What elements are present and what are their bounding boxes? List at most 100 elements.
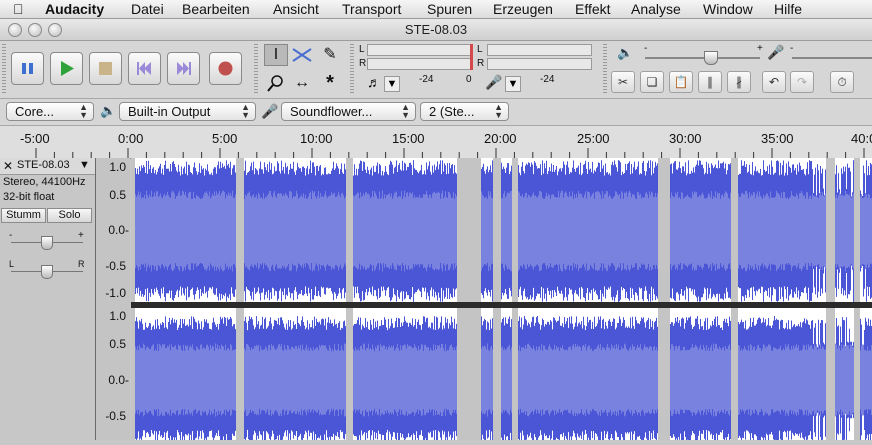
menu-bearbeiten[interactable]: Bearbeiten bbox=[182, 0, 250, 18]
multi-tool-button[interactable]: * bbox=[318, 72, 342, 94]
ruler-label: -5:00 bbox=[20, 131, 50, 146]
silence-gap bbox=[854, 308, 860, 440]
timeshift-tool-button[interactable]: ↔ bbox=[290, 72, 314, 94]
trim-audio-icon: ∥ bbox=[707, 75, 713, 89]
menu-ansicht[interactable]: Ansicht bbox=[273, 0, 319, 18]
record-meter-left[interactable] bbox=[367, 44, 472, 56]
redo-button[interactable]: ↷ bbox=[790, 71, 814, 93]
copy-button[interactable]: ❏ bbox=[640, 71, 664, 93]
track-control-panel: ✕ STE-08.03 ▼ Stereo, 44100Hz 32-bit flo… bbox=[0, 158, 96, 440]
stop-button[interactable] bbox=[89, 52, 122, 85]
menu-window[interactable]: Window bbox=[703, 0, 753, 18]
play-meter-left[interactable] bbox=[487, 44, 592, 56]
menu-erzeugen[interactable]: Erzeugen bbox=[493, 0, 553, 18]
skip-to-end-button[interactable] bbox=[167, 52, 200, 85]
input-volume-slider[interactable] bbox=[792, 57, 872, 59]
silence-button[interactable]: ∦ bbox=[727, 71, 751, 93]
amplitude-label: -1.0 bbox=[105, 286, 126, 300]
track-name[interactable]: STE-08.03 bbox=[17, 159, 70, 171]
toolbar-area: I ✎ ↔ * L R L R ♬ ▼ -24 0 🎤 ▼ -24 🔈 - + … bbox=[0, 41, 872, 99]
menu-datei[interactable]: Datei bbox=[131, 0, 164, 18]
stop-icon bbox=[99, 62, 112, 75]
speaker-icon: ♬ bbox=[367, 74, 381, 90]
ruler-label: 40:0 bbox=[851, 131, 872, 146]
silence-gap bbox=[731, 158, 738, 302]
play-meter-r-label: R bbox=[477, 58, 485, 69]
gain-slider-thumb[interactable] bbox=[41, 236, 53, 250]
input-channels-select[interactable]: 2 (Ste... ▲ ▼ bbox=[420, 102, 509, 121]
paste-button[interactable]: 📋 bbox=[669, 71, 693, 93]
pan-slider-thumb[interactable] bbox=[41, 265, 53, 279]
amplitude-label: 0.0- bbox=[108, 373, 129, 387]
selection-tool-button[interactable]: I bbox=[264, 44, 288, 66]
solo-button[interactable]: Solo bbox=[47, 208, 92, 223]
redo-icon: ↷ bbox=[796, 75, 808, 89]
skip-to-start-button[interactable] bbox=[128, 52, 161, 85]
tools-toolbar-grip[interactable] bbox=[254, 44, 258, 95]
silence-audio-icon: ∦ bbox=[736, 75, 742, 89]
apple-menu-icon[interactable]:  bbox=[13, 0, 24, 18]
track-bitdepth-info: 32-bit float bbox=[3, 191, 55, 203]
amplitude-ruler: 1.0 0.5 0.0- -0.5 -1.0 1.0 0.5 0.0- -0.5 bbox=[96, 158, 130, 440]
zoom-tool-button[interactable] bbox=[264, 72, 288, 94]
draw-tool-button[interactable]: ✎ bbox=[318, 44, 342, 66]
mixer-toolbar-grip[interactable] bbox=[603, 44, 607, 95]
input-channels-value: 2 (Ste... bbox=[429, 104, 475, 119]
pan-right-label: R bbox=[78, 259, 85, 269]
input-device-select[interactable]: Soundflower... ▲ ▼ bbox=[281, 102, 416, 121]
undo-button[interactable]: ↶ bbox=[762, 71, 786, 93]
play-meter-menu-button[interactable]: ▼ bbox=[505, 76, 521, 92]
menu-transport[interactable]: Transport bbox=[342, 0, 401, 18]
meter-toolbar-grip[interactable] bbox=[350, 44, 354, 95]
record-meter-menu-button[interactable]: ▼ bbox=[384, 76, 400, 92]
record-meter-right[interactable] bbox=[367, 58, 472, 70]
cut-button[interactable]: ✂ bbox=[611, 71, 635, 93]
record-meter-r-label: R bbox=[359, 58, 367, 69]
menu-audacity[interactable]: Audacity bbox=[45, 0, 104, 18]
silence-gap bbox=[236, 158, 244, 302]
menu-analyse[interactable]: Analyse bbox=[631, 0, 681, 18]
device-toolbar: Core... ▲ ▼ 🔈 Built-in Output ▲ ▼ 🎤 Soundflo… bbox=[0, 99, 872, 126]
ruler-label: 25:00 bbox=[577, 131, 610, 146]
i-beam-icon: I bbox=[273, 46, 279, 63]
track-menu-dropdown-icon[interactable]: ▼ bbox=[79, 159, 90, 171]
sync-lock-button[interactable]: ⏱ bbox=[830, 71, 854, 93]
output-device-select[interactable]: Built-in Output ▲ ▼ bbox=[119, 102, 256, 121]
envelope-tool-button[interactable] bbox=[290, 44, 314, 66]
output-volume-slider[interactable] bbox=[645, 57, 760, 59]
mute-button[interactable]: Stumm bbox=[1, 208, 46, 223]
timeline-ruler[interactable]: -5:00 0:00 5:00 10:00 15:00 20:00 25:00 … bbox=[0, 126, 872, 159]
silence-gap bbox=[512, 158, 518, 302]
amplitude-label: 1.0 bbox=[109, 160, 126, 174]
audio-host-select[interactable]: Core... ▲ ▼ bbox=[6, 102, 94, 121]
waveform-area[interactable] bbox=[131, 158, 872, 444]
skip-to-end-icon bbox=[177, 62, 191, 75]
silence-gap bbox=[457, 308, 481, 440]
waveform-rms bbox=[135, 343, 872, 417]
output-volume-thumb[interactable] bbox=[704, 51, 718, 65]
menu-spuren[interactable]: Spuren bbox=[427, 0, 472, 18]
amplitude-label: 0.0- bbox=[108, 223, 129, 237]
menu-hilfe[interactable]: Hilfe bbox=[774, 0, 802, 18]
record-button[interactable] bbox=[209, 52, 242, 85]
silence-gap bbox=[131, 308, 135, 440]
scissors-icon: ✂ bbox=[617, 75, 629, 89]
copy-icon: ❏ bbox=[646, 75, 658, 89]
trim-button[interactable]: ∥ bbox=[698, 71, 722, 93]
track-format-info: Stereo, 44100Hz bbox=[3, 176, 86, 188]
silence-gap bbox=[236, 308, 244, 440]
double-arrow-icon: ↔ bbox=[294, 74, 310, 91]
meter-scale-label-1: -24 bbox=[419, 74, 434, 85]
play-meter-right[interactable] bbox=[487, 58, 592, 70]
pause-icon bbox=[22, 63, 33, 74]
menu-effekt[interactable]: Effekt bbox=[575, 0, 611, 18]
silence-gap bbox=[493, 308, 501, 440]
select-arrows-icon: ▲ ▼ bbox=[494, 102, 503, 120]
silence-gap bbox=[731, 308, 738, 440]
pause-button[interactable] bbox=[11, 52, 44, 85]
record-meter-peak bbox=[470, 44, 473, 70]
magnifier-icon bbox=[267, 75, 283, 92]
track-close-button[interactable]: ✕ bbox=[3, 159, 13, 173]
transport-toolbar-grip[interactable] bbox=[2, 44, 6, 95]
play-button[interactable] bbox=[50, 52, 83, 85]
